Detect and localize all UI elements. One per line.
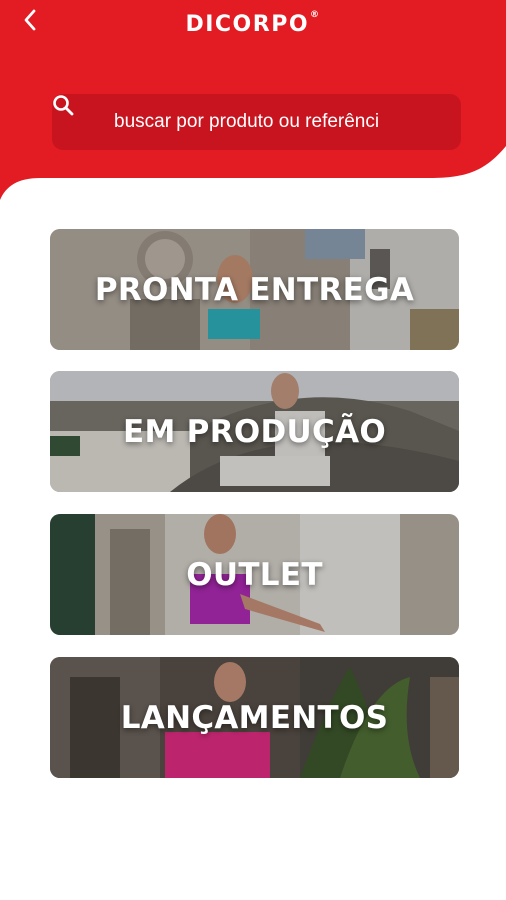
registered-mark: ® xyxy=(310,10,321,20)
category-card-lancamentos[interactable]: LANÇAMENTOS xyxy=(50,657,459,778)
category-card-pronta-entrega[interactable]: PRONTA ENTREGA xyxy=(50,229,459,350)
category-label: EM PRODUÇÃO xyxy=(122,413,387,450)
search-icon xyxy=(53,95,98,134)
category-card-em-producao[interactable]: EM PRODUÇÃO xyxy=(50,371,459,492)
brand-logo: DICORPO® xyxy=(0,10,506,37)
category-card-outlet[interactable]: OUTLET xyxy=(50,514,459,635)
app-header: DICORPO® xyxy=(0,0,506,200)
brand-name: DICORPO xyxy=(185,12,310,37)
category-label: LANÇAMENTOS xyxy=(120,699,389,736)
search-bar[interactable] xyxy=(52,94,461,150)
search-input[interactable] xyxy=(114,111,434,133)
category-label: OUTLET xyxy=(186,556,323,593)
category-label: PRONTA ENTREGA xyxy=(94,271,415,308)
